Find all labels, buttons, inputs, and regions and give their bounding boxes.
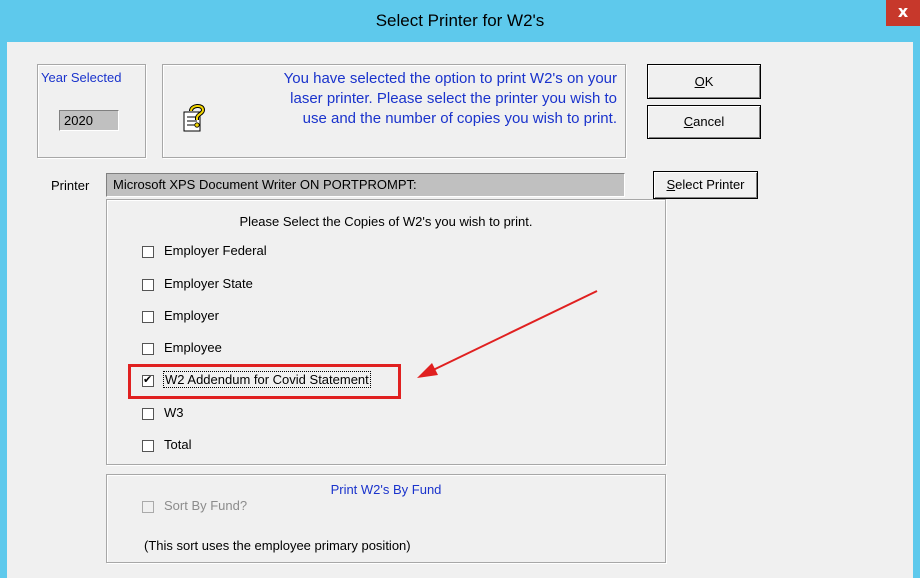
cancel-accel: C [683,114,694,129]
checkbox-employer[interactable] [142,311,154,323]
printer-label: Printer [51,178,90,193]
year-field: 2020 [59,110,119,131]
label-employer-federal[interactable]: Employer Federal [164,243,267,258]
window-right-border [913,42,920,578]
label-employee[interactable]: Employee [164,340,222,355]
label-w3[interactable]: W3 [164,405,184,420]
info-line-1: You have selected the option to print W2… [283,70,617,87]
info-text: You have selected the option to print W2… [284,69,617,129]
checkbox-employer-federal[interactable] [142,246,154,258]
select-printer-accel: S [666,177,676,192]
ok-accel: O [694,74,705,89]
cancel-button[interactable]: Cancel [647,105,761,139]
info-line-2: laser printer. Please select the printer… [290,90,617,107]
checkbox-w3[interactable] [142,408,154,420]
label-employer[interactable]: Employer [164,308,219,323]
close-button[interactable]: x [886,0,920,26]
fund-group: Print W2's By Fund Sort By Fund? (This s… [106,474,666,563]
window-title: Select Printer for W2's [375,11,545,30]
select-printer-button[interactable]: Select Printer [653,171,758,199]
select-printer-label: elect Printer [675,177,745,192]
checkbox-total[interactable] [142,440,154,452]
ok-button[interactable]: OK [647,64,761,99]
info-group: You have selected the option to print W2… [162,64,626,158]
title-bar[interactable]: Select Printer for W2's x [0,0,920,42]
question-icon [183,103,209,136]
printer-field: Microsoft XPS Document Writer ON PORTPRO… [106,173,625,197]
label-total[interactable]: Total [164,437,191,452]
year-selected-group: Year Selected 2020 [37,64,146,158]
checkbox-employee[interactable] [142,343,154,355]
cancel-label: ancel [693,114,725,129]
highlight-box [128,364,401,399]
red-arrow-icon [417,290,598,378]
label-sort-by-fund[interactable]: Sort By Fund? [164,498,247,513]
label-employer-state[interactable]: Employer State [164,276,253,291]
window-left-border [0,42,7,578]
copies-heading: Please Select the Copies of W2's you wis… [239,214,533,229]
year-selected-label: Year Selected [41,70,122,85]
dialog-body: Year Selected 2020 You have selected the… [7,42,913,578]
fund-heading: Print W2's By Fund [330,482,442,497]
fund-note: (This sort uses the employee primary pos… [144,538,411,553]
checkbox-employer-state[interactable] [142,279,154,291]
info-line-3: use and the number of copies you wish to… [302,110,617,127]
ok-label: K [704,74,714,89]
checkbox-sort-by-fund[interactable] [142,501,154,513]
